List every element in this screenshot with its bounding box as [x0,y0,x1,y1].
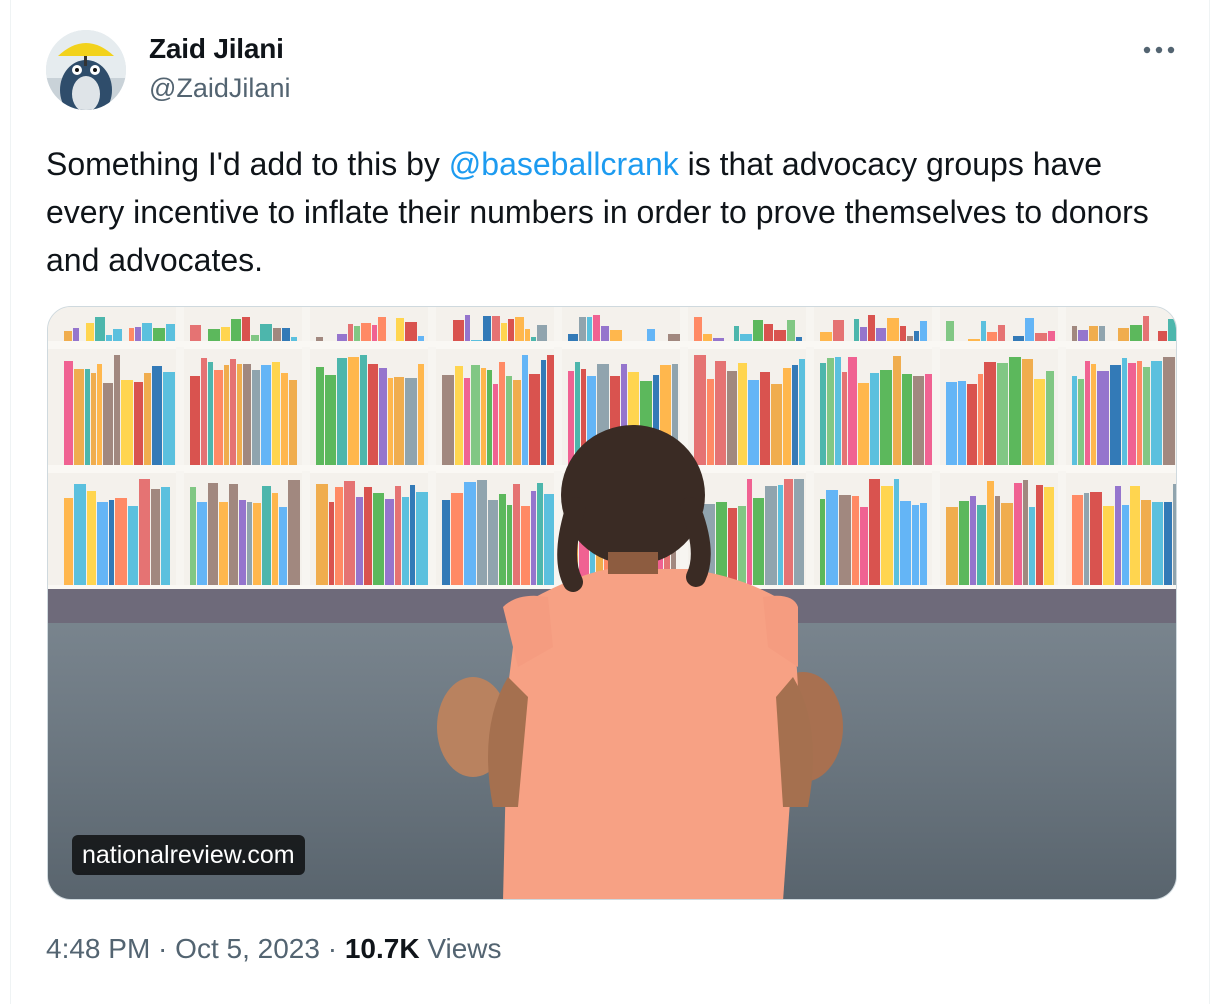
mention-link[interactable]: @baseballcrank [449,146,679,182]
avatar-image [46,30,126,110]
tweet-date[interactable]: Oct 5, 2023 [175,933,320,964]
link-domain-badge: nationalreview.com [72,835,305,875]
tweet-text-part: Something I'd add to this by [46,146,449,182]
tweet-card: Zaid Jilani @ZaidJilani Something I'd ad… [10,0,1210,1004]
link-preview-card[interactable]: nationalreview.com [47,306,1177,900]
author-name[interactable]: Zaid Jilani [149,33,284,65]
author-handle[interactable]: @ZaidJilani [149,73,290,104]
more-options-button[interactable] [1139,30,1179,70]
tweet-text: Something I'd add to this by @baseballcr… [46,140,1166,284]
meta-separator: · [319,933,345,964]
views-label: Views [419,933,502,964]
tweet-meta: 4:48 PM · Oct 5, 2023 · 10.7K Views [46,933,502,965]
tweet-time[interactable]: 4:48 PM [46,933,150,964]
preview-image [48,307,1176,899]
meta-separator: · [150,933,176,964]
views-count: 10.7K [344,933,420,964]
avatar[interactable] [46,30,126,110]
more-horizontal-icon [1143,46,1175,54]
